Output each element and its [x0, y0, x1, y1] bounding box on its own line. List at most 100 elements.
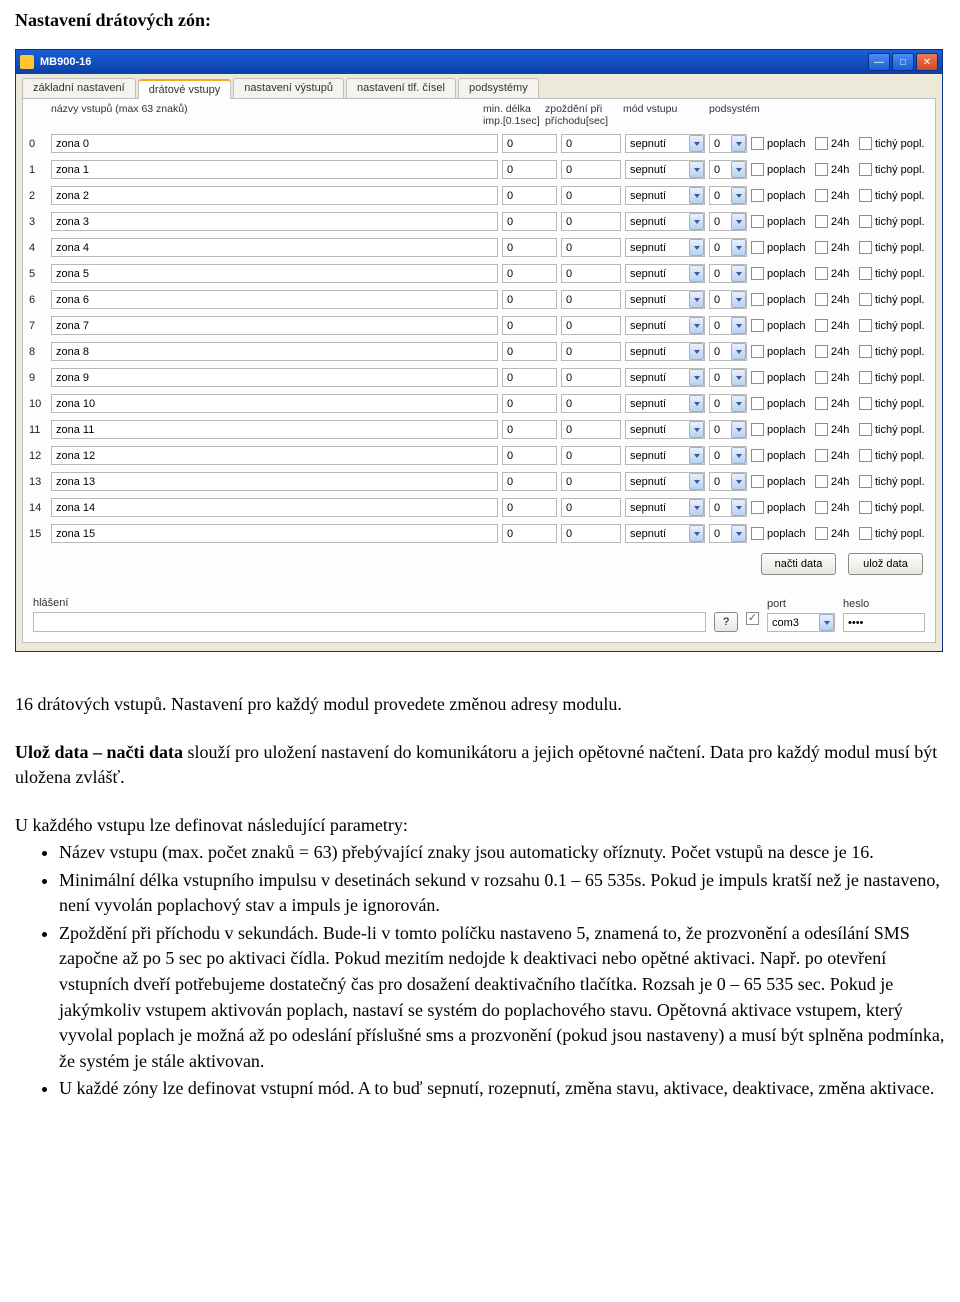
zone-delay-input[interactable] — [561, 160, 621, 179]
zone-alarm-checkbox[interactable]: poplach — [751, 345, 811, 358]
zone-alarm-checkbox[interactable]: poplach — [751, 189, 811, 202]
zone-alarm-checkbox[interactable]: poplach — [751, 371, 811, 384]
zone-mode-select[interactable]: sepnutí — [625, 420, 705, 439]
zone-24h-checkbox[interactable]: 24h — [815, 475, 855, 488]
zone-min-input[interactable] — [502, 342, 557, 361]
zone-min-input[interactable] — [502, 134, 557, 153]
zone-name-input[interactable] — [51, 160, 498, 179]
zone-mode-select[interactable]: sepnutí — [625, 342, 705, 361]
port-select[interactable]: com3 — [767, 613, 835, 632]
zone-min-input[interactable] — [502, 524, 557, 543]
zone-mode-select[interactable]: sepnutí — [625, 316, 705, 335]
port-enabled-checkbox[interactable] — [746, 612, 759, 625]
zone-delay-input[interactable] — [561, 420, 621, 439]
zone-name-input[interactable] — [51, 134, 498, 153]
zone-24h-checkbox[interactable]: 24h — [815, 371, 855, 384]
zone-silent-alarm-checkbox[interactable]: tichý popl. — [859, 163, 929, 176]
zone-24h-checkbox[interactable]: 24h — [815, 189, 855, 202]
zone-delay-input[interactable] — [561, 498, 621, 517]
tab-1[interactable]: drátové vstupy — [138, 79, 232, 99]
zone-alarm-checkbox[interactable]: poplach — [751, 293, 811, 306]
zone-delay-input[interactable] — [561, 472, 621, 491]
zone-min-input[interactable] — [502, 316, 557, 335]
question-button[interactable]: ? — [714, 612, 738, 632]
zone-silent-alarm-checkbox[interactable]: tichý popl. — [859, 501, 929, 514]
zone-mode-select[interactable]: sepnutí — [625, 264, 705, 283]
zone-min-input[interactable] — [502, 264, 557, 283]
zone-delay-input[interactable] — [561, 186, 621, 205]
zone-name-input[interactable] — [51, 238, 498, 257]
hlaseni-input[interactable] — [33, 612, 706, 632]
zone-delay-input[interactable] — [561, 264, 621, 283]
zone-mode-select[interactable]: sepnutí — [625, 238, 705, 257]
zone-delay-input[interactable] — [561, 212, 621, 231]
zone-subsystem-select[interactable]: 0 — [709, 524, 747, 543]
zone-alarm-checkbox[interactable]: poplach — [751, 137, 811, 150]
zone-delay-input[interactable] — [561, 394, 621, 413]
zone-name-input[interactable] — [51, 212, 498, 231]
zone-silent-alarm-checkbox[interactable]: tichý popl. — [859, 293, 929, 306]
zone-name-input[interactable] — [51, 316, 498, 335]
zone-silent-alarm-checkbox[interactable]: tichý popl. — [859, 267, 929, 280]
zone-silent-alarm-checkbox[interactable]: tichý popl. — [859, 475, 929, 488]
zone-silent-alarm-checkbox[interactable]: tichý popl. — [859, 397, 929, 410]
zone-name-input[interactable] — [51, 498, 498, 517]
zone-24h-checkbox[interactable]: 24h — [815, 449, 855, 462]
zone-name-input[interactable] — [51, 368, 498, 387]
zone-subsystem-select[interactable]: 0 — [709, 212, 747, 231]
maximize-button[interactable]: □ — [892, 53, 914, 71]
zone-alarm-checkbox[interactable]: poplach — [751, 163, 811, 176]
zone-alarm-checkbox[interactable]: poplach — [751, 241, 811, 254]
load-data-button[interactable]: načti data — [761, 553, 836, 575]
zone-alarm-checkbox[interactable]: poplach — [751, 449, 811, 462]
zone-subsystem-select[interactable]: 0 — [709, 186, 747, 205]
zone-name-input[interactable] — [51, 342, 498, 361]
zone-mode-select[interactable]: sepnutí — [625, 472, 705, 491]
zone-min-input[interactable] — [502, 160, 557, 179]
zone-subsystem-select[interactable]: 0 — [709, 342, 747, 361]
tab-3[interactable]: nastavení tlf. čísel — [346, 78, 456, 98]
zone-alarm-checkbox[interactable]: poplach — [751, 501, 811, 514]
zone-subsystem-select[interactable]: 0 — [709, 368, 747, 387]
zone-subsystem-select[interactable]: 0 — [709, 446, 747, 465]
zone-silent-alarm-checkbox[interactable]: tichý popl. — [859, 345, 929, 358]
zone-subsystem-select[interactable]: 0 — [709, 316, 747, 335]
zone-min-input[interactable] — [502, 186, 557, 205]
zone-name-input[interactable] — [51, 524, 498, 543]
zone-silent-alarm-checkbox[interactable]: tichý popl. — [859, 423, 929, 436]
save-data-button[interactable]: ulož data — [848, 553, 923, 575]
zone-subsystem-select[interactable]: 0 — [709, 472, 747, 491]
zone-silent-alarm-checkbox[interactable]: tichý popl. — [859, 371, 929, 384]
zone-name-input[interactable] — [51, 186, 498, 205]
zone-delay-input[interactable] — [561, 134, 621, 153]
zone-delay-input[interactable] — [561, 238, 621, 257]
zone-24h-checkbox[interactable]: 24h — [815, 241, 855, 254]
zone-min-input[interactable] — [502, 394, 557, 413]
zone-delay-input[interactable] — [561, 342, 621, 361]
zone-min-input[interactable] — [502, 446, 557, 465]
zone-subsystem-select[interactable]: 0 — [709, 498, 747, 517]
zone-subsystem-select[interactable]: 0 — [709, 264, 747, 283]
zone-delay-input[interactable] — [561, 524, 621, 543]
zone-name-input[interactable] — [51, 394, 498, 413]
zone-24h-checkbox[interactable]: 24h — [815, 267, 855, 280]
zone-subsystem-select[interactable]: 0 — [709, 420, 747, 439]
zone-alarm-checkbox[interactable]: poplach — [751, 215, 811, 228]
close-button[interactable]: ✕ — [916, 53, 938, 71]
zone-name-input[interactable] — [51, 264, 498, 283]
zone-subsystem-select[interactable]: 0 — [709, 160, 747, 179]
zone-silent-alarm-checkbox[interactable]: tichý popl. — [859, 527, 929, 540]
zone-min-input[interactable] — [502, 368, 557, 387]
zone-name-input[interactable] — [51, 446, 498, 465]
zone-delay-input[interactable] — [561, 368, 621, 387]
minimize-button[interactable]: — — [868, 53, 890, 71]
zone-alarm-checkbox[interactable]: poplach — [751, 319, 811, 332]
zone-alarm-checkbox[interactable]: poplach — [751, 527, 811, 540]
zone-mode-select[interactable]: sepnutí — [625, 290, 705, 309]
zone-24h-checkbox[interactable]: 24h — [815, 501, 855, 514]
zone-alarm-checkbox[interactable]: poplach — [751, 475, 811, 488]
tab-0[interactable]: základní nastavení — [22, 78, 136, 98]
zone-mode-select[interactable]: sepnutí — [625, 160, 705, 179]
zone-silent-alarm-checkbox[interactable]: tichý popl. — [859, 137, 929, 150]
zone-24h-checkbox[interactable]: 24h — [815, 293, 855, 306]
